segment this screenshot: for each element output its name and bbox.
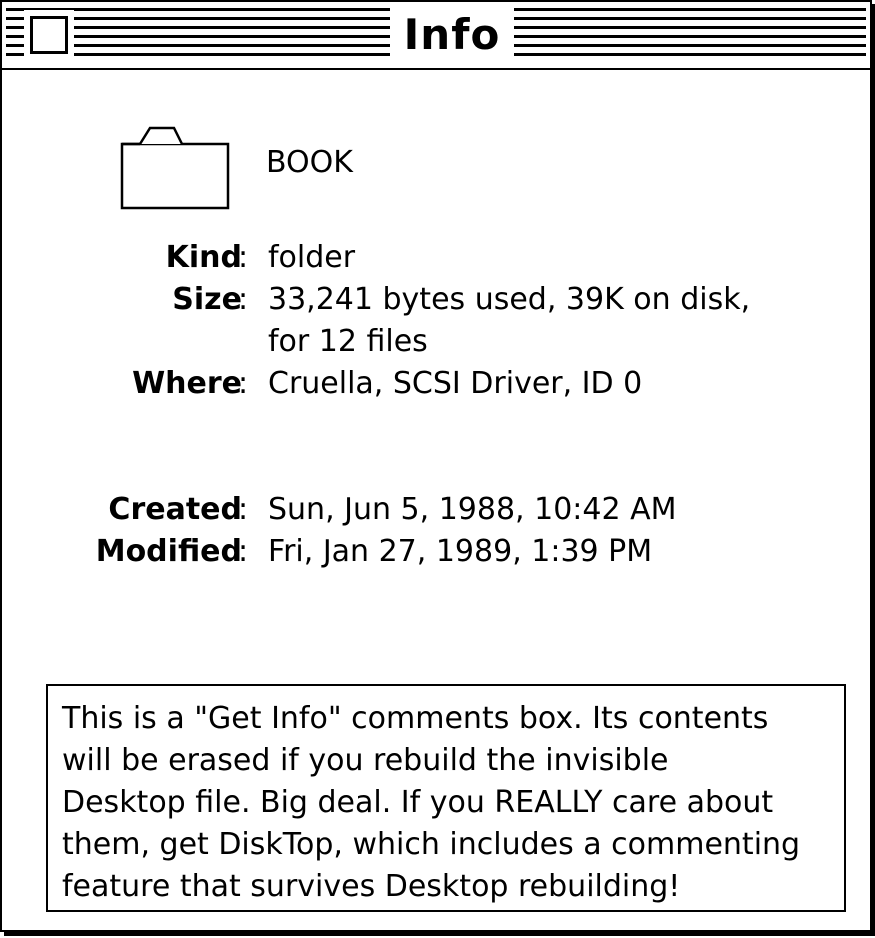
window-title-wrap: Info xyxy=(390,8,514,62)
window-title: Info xyxy=(403,10,501,59)
modified-value: Fri, Jan 27, 1989, 1:39 PM xyxy=(268,534,653,569)
kind-label: Kind xyxy=(165,240,242,275)
modified-label: Modified xyxy=(95,534,242,569)
where-label: Where xyxy=(132,366,242,401)
created-separator: : xyxy=(238,492,249,527)
close-box-button[interactable] xyxy=(30,16,68,54)
comments-box[interactable]: This is a "Get Info" comments box. Its c… xyxy=(46,684,846,912)
size-value-line2: for 12 files xyxy=(268,324,428,359)
kind-value: folder xyxy=(268,240,356,275)
info-window: Info BOOK Kind : folder Size : 33,241 by… xyxy=(0,0,872,932)
file-name[interactable]: BOOK xyxy=(266,145,353,181)
folder-icon xyxy=(120,126,230,210)
size-separator: : xyxy=(238,282,249,317)
created-label: Created xyxy=(108,492,242,527)
window-shadow-bottom xyxy=(4,932,875,936)
created-value: Sun, Jun 5, 1988, 10:42 AM xyxy=(268,492,677,527)
comments-text[interactable]: This is a "Get Info" comments box. Its c… xyxy=(62,698,834,908)
kind-separator: : xyxy=(238,240,249,275)
where-separator: : xyxy=(238,366,249,401)
size-label: Size xyxy=(172,282,242,317)
modified-separator: : xyxy=(238,534,249,569)
size-value-line1: 33,241 bytes used, 39K on disk, xyxy=(268,282,751,317)
where-value: Cruella, SCSI Driver, ID 0 xyxy=(268,366,643,401)
